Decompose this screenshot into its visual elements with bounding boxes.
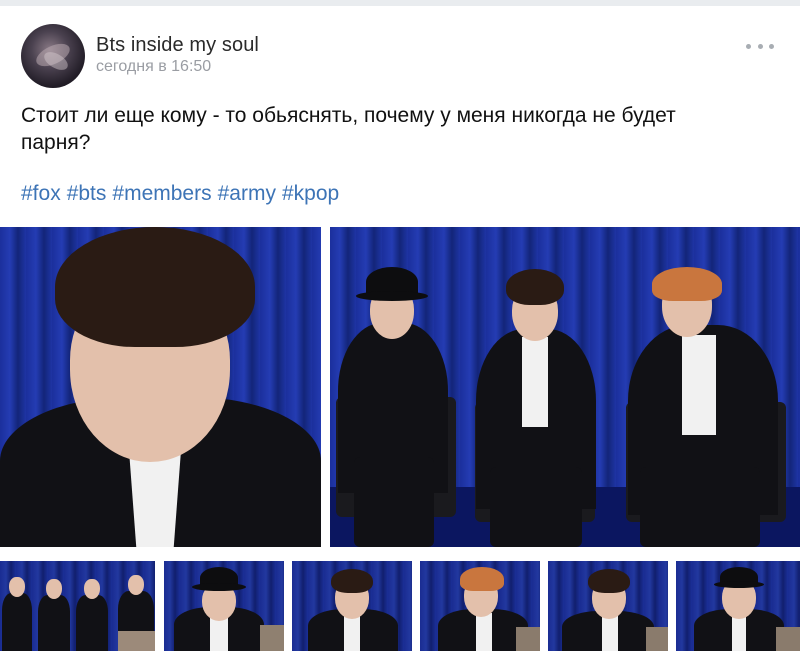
hashtag-link[interactable]: #fox <box>21 182 61 205</box>
hashtag-link[interactable]: #bts <box>67 182 107 205</box>
hashtag-list: #fox #bts #members #army #kpop <box>21 182 345 206</box>
photo-thumbnail[interactable] <box>548 561 668 651</box>
hashtag-link[interactable]: #kpop <box>282 182 339 205</box>
more-horizontal-icon[interactable] <box>746 40 774 52</box>
photo-group-seated[interactable] <box>330 227 800 547</box>
photo-thumbnail[interactable] <box>676 561 800 651</box>
author-name[interactable]: Bts inside my soul <box>96 34 259 57</box>
author-avatar[interactable] <box>21 24 85 88</box>
hashtag-link[interactable]: #members <box>112 182 211 205</box>
photo-thumbnail[interactable] <box>292 561 412 651</box>
wall-post: Bts inside my soul сегодня в 16:50 Стоит… <box>0 6 800 651</box>
hashtag-link[interactable]: #army <box>218 182 276 205</box>
post-text-line-1: Стоит ли еще кому - то обьяснять, почему… <box>21 104 676 127</box>
post-text-line-2: парня? <box>21 131 91 154</box>
post-time[interactable]: сегодня в 16:50 <box>96 58 211 76</box>
post-text: Стоит ли еще кому - то обьяснять, почему… <box>21 102 771 156</box>
photo-closeup[interactable] <box>0 227 321 547</box>
photo-thumbnail[interactable] <box>164 561 284 651</box>
photo-thumbnail[interactable] <box>420 561 540 651</box>
photo-thumbnail[interactable] <box>0 561 155 651</box>
